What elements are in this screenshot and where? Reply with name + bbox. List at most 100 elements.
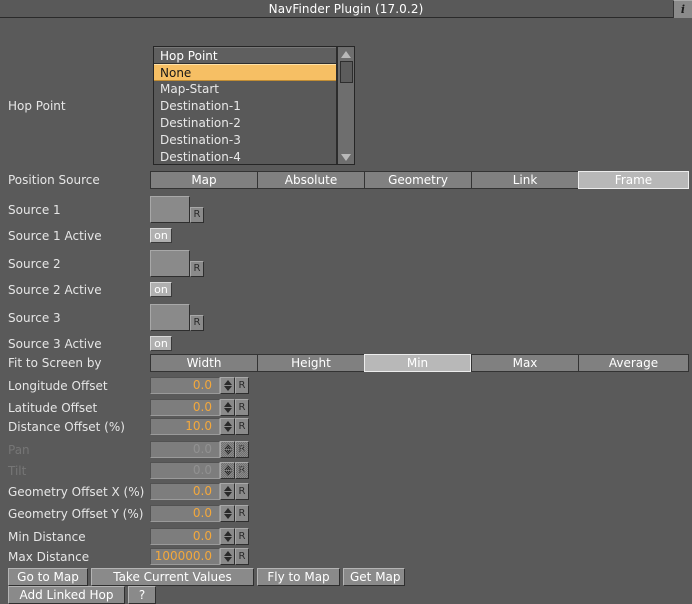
distance-offset-value[interactable]: 10.0	[150, 418, 220, 435]
position-source-tabs[interactable]: Map Absolute Geometry Link Frame	[150, 171, 689, 189]
stepper-up-icon	[223, 486, 232, 491]
geometry-offset-y-label: Geometry Offset Y (%)	[8, 506, 144, 521]
stepper-down-icon	[223, 427, 232, 432]
get-map-button[interactable]: Get Map	[343, 568, 405, 586]
source-3-reset-button[interactable]: R	[190, 315, 204, 331]
hop-point-listbox[interactable]: Hop Point None Map-Start Destination-1 D…	[153, 46, 355, 165]
max-distance-value[interactable]: 100000.0	[150, 548, 220, 565]
stepper-down-icon	[223, 450, 232, 455]
position-source-label: Position Source	[8, 173, 100, 187]
list-item[interactable]: Destination-1	[154, 98, 336, 115]
longitude-offset-stepper[interactable]	[220, 377, 235, 394]
max-distance-reset-button[interactable]: R	[235, 548, 249, 565]
min-distance-reset-button[interactable]: R	[235, 528, 249, 545]
max-distance-stepper[interactable]	[220, 548, 235, 565]
pan-label: Pan	[8, 442, 30, 457]
min-distance-label: Min Distance	[8, 529, 86, 544]
longitude-offset-label: Longitude Offset	[8, 378, 108, 393]
tab-map[interactable]: Map	[150, 171, 257, 189]
triangle-down-icon	[341, 153, 352, 161]
min-distance-field[interactable]: 0.0 R	[150, 528, 249, 545]
source-1-active-toggle[interactable]: on	[150, 228, 172, 243]
action-button-row-1: Go to Map Take Current Values Fly to Map…	[8, 568, 405, 586]
geometry-offset-y-value[interactable]: 0.0	[150, 505, 220, 522]
tilt-value: 0.0	[150, 462, 220, 479]
list-item[interactable]: Destination-2	[154, 115, 336, 132]
take-current-values-button[interactable]: Take Current Values	[91, 568, 254, 586]
geometry-offset-x-value[interactable]: 0.0	[150, 483, 220, 500]
source-2-field[interactable]	[150, 250, 190, 277]
tilt-label: Tilt	[8, 463, 27, 478]
action-button-row-2: Add Linked Hop ?	[8, 586, 156, 604]
tab-max[interactable]: Max	[471, 354, 578, 372]
tilt-stepper	[220, 462, 235, 479]
source-3-active-label: Source 3 Active	[8, 336, 102, 351]
fit-to-screen-tabs[interactable]: Width Height Min Max Average	[150, 354, 689, 372]
tab-geometry[interactable]: Geometry	[364, 171, 471, 189]
geometry-offset-x-reset-button[interactable]: R	[235, 483, 249, 500]
tab-width[interactable]: Width	[150, 354, 257, 372]
hop-point-list[interactable]: Hop Point None Map-Start Destination-1 D…	[154, 47, 338, 164]
geometry-offset-y-field[interactable]: 0.0 R	[150, 505, 249, 522]
fly-to-map-button[interactable]: Fly to Map	[257, 568, 340, 586]
hop-point-scrollbar[interactable]	[337, 47, 354, 164]
source-1-label: Source 1	[8, 202, 61, 217]
stepper-up-icon	[223, 508, 232, 513]
longitude-offset-reset-button[interactable]: R	[235, 377, 249, 394]
list-item[interactable]: Destination-4	[154, 149, 336, 164]
scroll-down-button[interactable]	[338, 150, 354, 164]
scrollbar-track[interactable]	[338, 61, 354, 150]
geometry-offset-y-reset-button[interactable]: R	[235, 505, 249, 522]
source-1-reset-button[interactable]: R	[190, 207, 204, 223]
triangle-up-icon	[341, 50, 352, 58]
geometry-offset-x-label: Geometry Offset X (%)	[8, 484, 145, 499]
scroll-up-button[interactable]	[338, 47, 354, 61]
source-3-active-toggle[interactable]: on	[150, 336, 172, 351]
min-distance-value[interactable]: 0.0	[150, 528, 220, 545]
pan-stepper	[220, 441, 235, 458]
stepper-up-icon	[223, 444, 232, 449]
tab-min[interactable]: Min	[364, 354, 471, 372]
tab-link[interactable]: Link	[471, 171, 578, 189]
go-to-map-button[interactable]: Go to Map	[8, 568, 88, 586]
latitude-offset-label: Latitude Offset	[8, 400, 98, 415]
help-button[interactable]: ?	[128, 586, 156, 604]
source-1-field[interactable]	[150, 196, 190, 223]
geometry-offset-x-stepper[interactable]	[220, 483, 235, 500]
min-distance-stepper[interactable]	[220, 528, 235, 545]
latitude-offset-reset-button[interactable]: R	[235, 399, 249, 416]
stepper-up-icon	[223, 531, 232, 536]
fit-to-screen-label: Fit to Screen by	[8, 356, 102, 370]
latitude-offset-stepper[interactable]	[220, 399, 235, 416]
geometry-offset-x-field[interactable]: 0.0 R	[150, 483, 249, 500]
stepper-down-icon	[223, 386, 232, 391]
list-item[interactable]: None	[154, 64, 337, 81]
window-title: NavFinder Plugin (17.0.2)	[268, 1, 424, 16]
source-2-active-toggle[interactable]: on	[150, 282, 172, 297]
longitude-offset-field[interactable]: 0.0 R	[150, 377, 249, 394]
tab-frame[interactable]: Frame	[578, 171, 689, 189]
stepper-up-icon	[223, 402, 232, 407]
source-1-active-label: Source 1 Active	[8, 228, 102, 243]
distance-offset-reset-button[interactable]: R	[235, 418, 249, 435]
latitude-offset-field[interactable]: 0.0 R	[150, 399, 249, 416]
longitude-offset-value[interactable]: 0.0	[150, 377, 220, 394]
max-distance-field[interactable]: 100000.0 R	[150, 548, 249, 565]
stepper-down-icon	[223, 537, 232, 542]
source-3-field[interactable]	[150, 304, 190, 331]
add-linked-hop-button[interactable]: Add Linked Hop	[8, 586, 125, 604]
info-icon[interactable]: i	[673, 0, 692, 18]
source-2-reset-button[interactable]: R	[190, 261, 204, 277]
source-3-label: Source 3	[8, 310, 61, 325]
plugin-panel: Hop Point Hop Point None Map-Start Desti…	[0, 18, 692, 604]
geometry-offset-y-stepper[interactable]	[220, 505, 235, 522]
list-item[interactable]: Map-Start	[154, 81, 336, 98]
tab-average[interactable]: Average	[578, 354, 689, 372]
distance-offset-stepper[interactable]	[220, 418, 235, 435]
tab-height[interactable]: Height	[257, 354, 364, 372]
tab-absolute[interactable]: Absolute	[257, 171, 364, 189]
latitude-offset-value[interactable]: 0.0	[150, 399, 220, 416]
scrollbar-thumb[interactable]	[339, 61, 353, 83]
distance-offset-field[interactable]: 10.0 R	[150, 418, 249, 435]
list-item[interactable]: Destination-3	[154, 132, 336, 149]
